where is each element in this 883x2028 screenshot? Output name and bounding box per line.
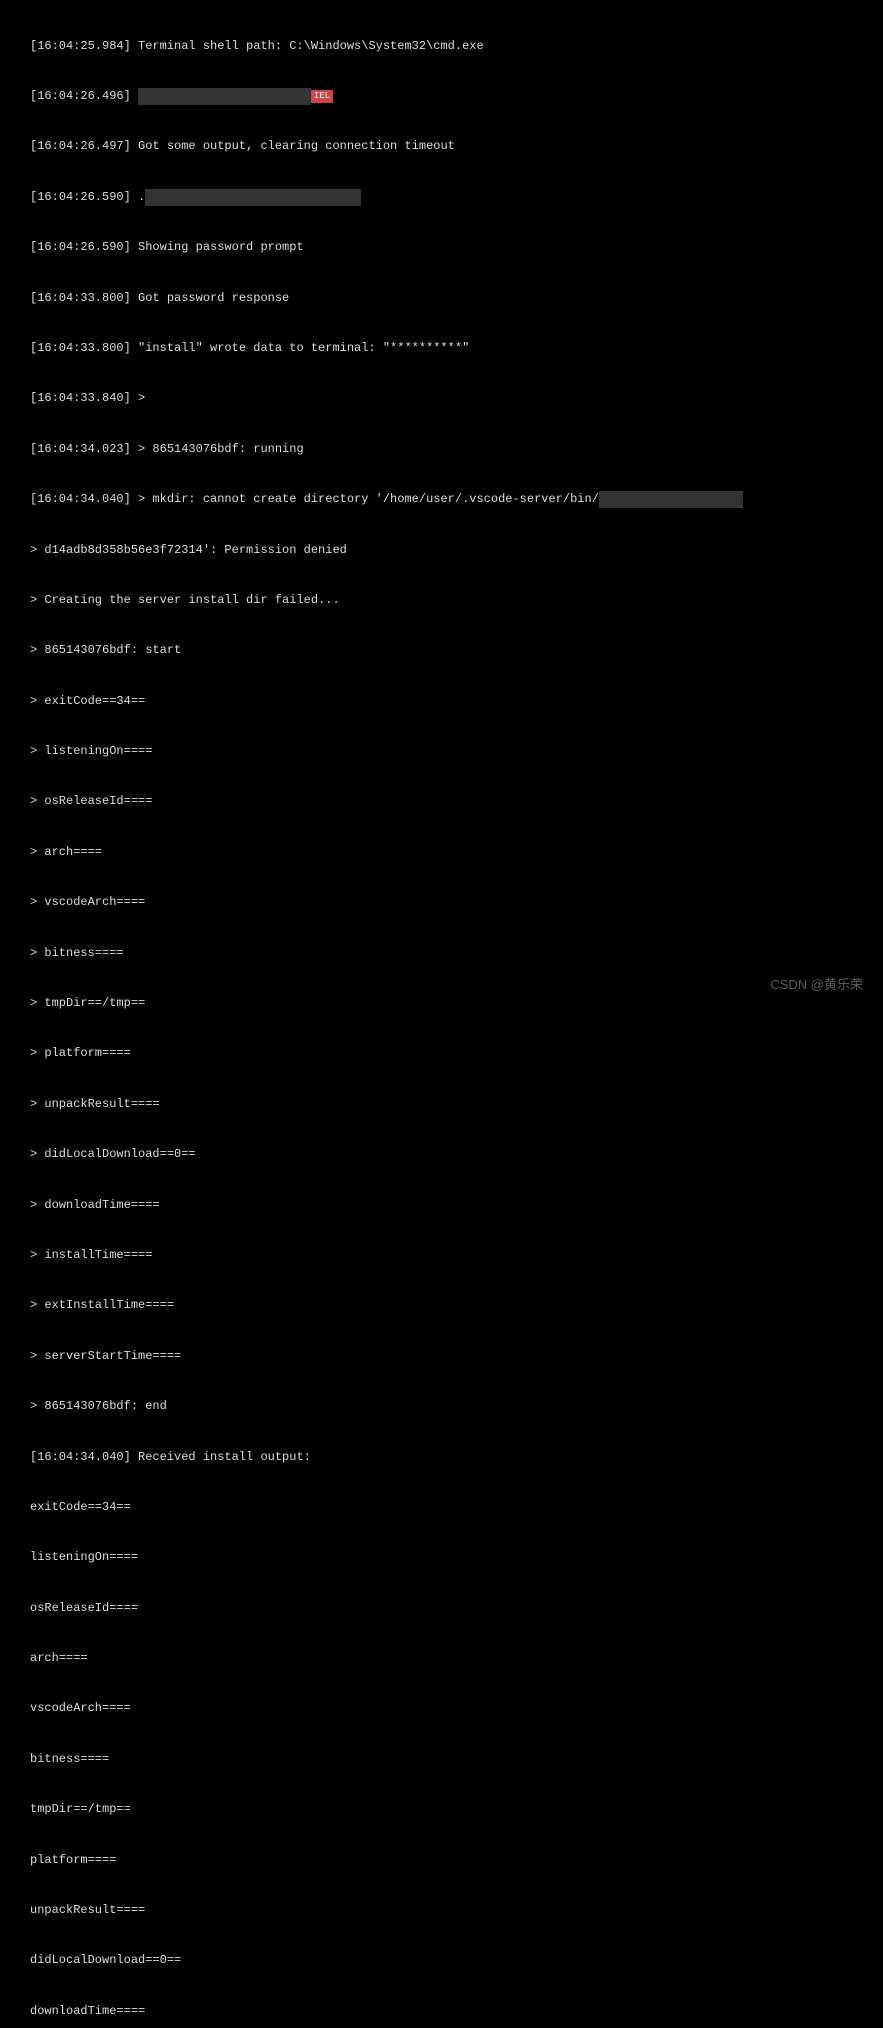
log-line: [16:04:34.040] Received install output:: [30, 1449, 873, 1466]
terminal-output[interactable]: [16:04:25.984] Terminal shell path: C:\W…: [0, 0, 883, 2028]
log-line: > didLocalDownload==0==: [30, 1146, 873, 1163]
log-line: [16:04:25.984] Terminal shell path: C:\W…: [30, 38, 873, 55]
log-line: vscodeArch====: [30, 1700, 873, 1717]
log-line: [16:04:33.840] >: [30, 390, 873, 407]
red-badge: IEL: [311, 90, 333, 103]
log-line: tmpDir==/tmp==: [30, 1801, 873, 1818]
log-line: exitCode==34==: [30, 1499, 873, 1516]
redacted-text: ████████████████████████: [138, 88, 311, 105]
log-line: > osReleaseId====: [30, 793, 873, 810]
log-line: [16:04:26.590] .████████████████████████…: [30, 189, 873, 206]
log-line: > exitCode==34==: [30, 693, 873, 710]
log-line: [16:04:26.497] Got some output, clearing…: [30, 138, 873, 155]
log-line: > installTime====: [30, 1247, 873, 1264]
log-line: didLocalDownload==0==: [30, 1952, 873, 1969]
log-line: > extInstallTime====: [30, 1297, 873, 1314]
log-line: [16:04:33.800] "install" wrote data to t…: [30, 340, 873, 357]
log-line: [16:04:34.040] > mkdir: cannot create di…: [30, 491, 873, 508]
log-line: > tmpDir==/tmp==: [30, 995, 873, 1012]
watermark-text: CSDN @黄乐荣: [770, 976, 863, 994]
log-line: [16:04:33.800] Got password response: [30, 290, 873, 307]
log-line: > serverStartTime====: [30, 1348, 873, 1365]
log-line: > platform====: [30, 1045, 873, 1062]
log-line: > downloadTime====: [30, 1197, 873, 1214]
log-line: [16:04:26.496] ████████████████████████I…: [30, 88, 873, 105]
redacted-text: ██████████████████████████████: [145, 189, 361, 206]
log-line: [16:04:34.023] > 865143076bdf: running: [30, 441, 873, 458]
log-line: arch====: [30, 1650, 873, 1667]
log-line: [16:04:26.590] Showing password prompt: [30, 239, 873, 256]
log-line: > vscodeArch====: [30, 894, 873, 911]
log-line: > listeningOn====: [30, 743, 873, 760]
log-line: > 865143076bdf: end: [30, 1398, 873, 1415]
log-line: listeningOn====: [30, 1549, 873, 1566]
log-line: downloadTime====: [30, 2003, 873, 2020]
log-line: > Creating the server install dir failed…: [30, 592, 873, 609]
log-line: > arch====: [30, 844, 873, 861]
log-line: platform====: [30, 1852, 873, 1869]
log-line: > 865143076bdf: start: [30, 642, 873, 659]
log-line: bitness====: [30, 1751, 873, 1768]
log-line: osReleaseId====: [30, 1600, 873, 1617]
log-line: > bitness====: [30, 945, 873, 962]
redacted-text: ████████████████████: [599, 491, 743, 508]
log-line: > unpackResult====: [30, 1096, 873, 1113]
log-line: > d14adb8d358b56e3f72314': Permission de…: [30, 542, 873, 559]
log-line: unpackResult====: [30, 1902, 873, 1919]
